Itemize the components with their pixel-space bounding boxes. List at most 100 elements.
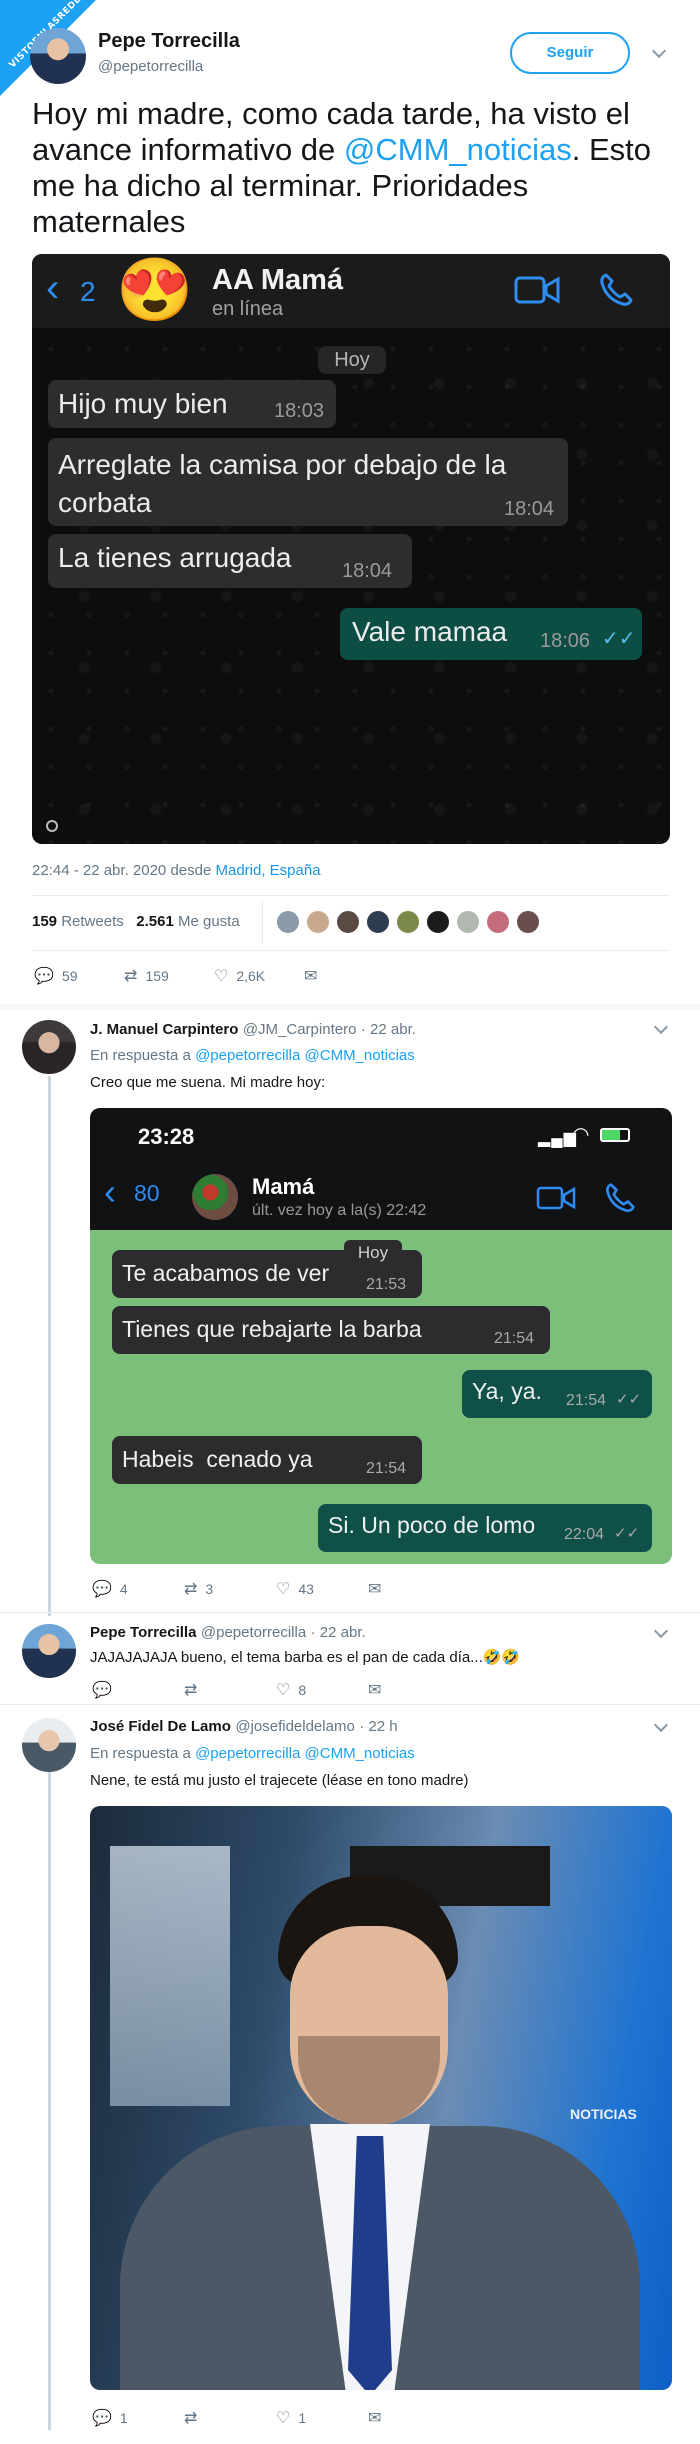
retweet-count: 159	[145, 968, 169, 984]
reply-author-name[interactable]: Pepe Torrecilla	[90, 1624, 196, 1641]
thread-line	[48, 1076, 51, 1616]
message-time: 18:03	[274, 400, 325, 422]
reply-action[interactable]: 💬 59	[34, 966, 78, 986]
retweet-icon: ⇄	[184, 1682, 198, 1699]
back-chevron-icon: ‹	[46, 266, 60, 310]
back-chevron-icon: ‹	[104, 1171, 116, 1212]
likes-label[interactable]: Me gusta	[178, 913, 240, 930]
author-handle[interactable]: @pepetorrecilla	[98, 58, 203, 75]
reply-author-name[interactable]: J. Manuel Carpintero	[90, 1021, 238, 1038]
in-reply-to: En respuesta a @pepetorrecilla @CMM_noti…	[90, 1745, 415, 1762]
heart-icon: ♡	[214, 968, 229, 985]
stats-separator	[262, 900, 263, 944]
reply-date[interactable]: · 22 abr.	[311, 1624, 366, 1641]
liker-avatar[interactable]	[486, 910, 510, 934]
reply-action[interactable]: 💬 1	[92, 2408, 128, 2428]
liker-avatar[interactable]	[276, 910, 300, 934]
liker-avatar[interactable]	[516, 910, 540, 934]
message-bubble-incoming: Habeis cenado ya 21:54	[112, 1436, 422, 1484]
chevron-down-icon[interactable]	[651, 43, 667, 59]
message-bubble-outgoing: Ya, ya. 21:54 ✓✓	[462, 1370, 652, 1418]
follow-button[interactable]: Seguir	[510, 32, 630, 74]
reply-date[interactable]: · 22 abr.	[361, 1021, 416, 1038]
liker-avatar[interactable]	[336, 910, 360, 934]
liker-avatars[interactable]	[276, 910, 546, 939]
reply-action[interactable]: 💬	[92, 1680, 112, 1700]
like-action[interactable]: ♡ 8	[276, 1680, 306, 1700]
likes-count[interactable]: 2.561	[136, 913, 174, 930]
share-action[interactable]: ✉	[368, 2408, 381, 2428]
tweet-place-link[interactable]: Madrid, España	[215, 862, 320, 879]
chat-screenshot-dark[interactable]: ‹ 2 😍 AA Mamá en línea Hoy Hijo muy bien…	[32, 254, 670, 844]
reply-action[interactable]: 💬 4	[92, 1579, 128, 1599]
reply-icon: 💬	[92, 2410, 112, 2427]
chevron-down-icon[interactable]	[653, 1623, 669, 1639]
retweet-count: 3	[205, 1581, 214, 1597]
anchor-beard	[298, 2036, 440, 2126]
screen-text: NOTICIAS	[570, 2106, 637, 2122]
studio-window	[110, 1846, 230, 2106]
liker-avatar[interactable]	[366, 910, 390, 934]
read-receipt-icon: ✓✓	[614, 1525, 640, 1542]
mail-icon: ✉	[368, 2410, 382, 2427]
author-name[interactable]: Pepe Torrecilla	[98, 30, 240, 53]
reply-author-handle[interactable]: @JM_Carpintero	[243, 1021, 357, 1038]
reply-author-name[interactable]: José Fidel De Lamo	[90, 1718, 231, 1735]
phone-call-icon	[606, 1183, 635, 1212]
chevron-down-icon[interactable]	[653, 1717, 669, 1733]
heart-icon: ♡	[276, 1581, 291, 1598]
like-count: 8	[298, 1682, 307, 1698]
status-dot-icon	[46, 820, 58, 832]
like-count: 43	[298, 1581, 314, 1597]
author-avatar[interactable]	[30, 28, 86, 84]
liker-avatar[interactable]	[456, 910, 480, 934]
news-anchor-photo[interactable]: NOTICIAS	[90, 1806, 672, 2390]
divider	[0, 1612, 700, 1613]
video-call-icon	[514, 276, 560, 304]
phone-call-icon	[600, 273, 633, 306]
reply-avatar[interactable]	[22, 1718, 76, 1772]
retweet-action[interactable]: ⇄	[184, 2408, 197, 2428]
like-action[interactable]: ♡ 1	[276, 2408, 306, 2428]
reply-icon: 💬	[92, 1581, 112, 1598]
retweets-label[interactable]: Retweets	[61, 913, 124, 930]
reply-icon: 💬	[92, 1682, 112, 1699]
share-action[interactable]: ✉	[368, 1680, 381, 1700]
share-action[interactable]: ✉	[368, 1579, 381, 1599]
message-text: Vale mamaa	[352, 616, 508, 647]
contact-emoji-avatar: 😍	[116, 256, 194, 325]
message-text: Si. Un poco de lomo	[328, 1512, 536, 1538]
in-reply-mentions[interactable]: @pepetorrecilla @CMM_noticias	[195, 1745, 415, 1762]
share-action[interactable]: ✉	[304, 966, 317, 986]
reply-author-handle[interactable]: @josefideldelamo	[235, 1718, 354, 1735]
divider	[32, 895, 670, 896]
like-action[interactable]: ♡ 43	[276, 1579, 314, 1599]
retweets-count[interactable]: 159	[32, 913, 57, 930]
message-time: 21:54	[566, 1392, 607, 1409]
reply-date[interactable]: · 22 h	[359, 1718, 397, 1735]
message-bubble-incoming: Hijo muy bien 18:03	[48, 380, 336, 428]
tweet-mention[interactable]: @CMM_noticias	[344, 132, 572, 167]
retweet-icon: ⇄	[124, 968, 138, 985]
message-text: Te acabamos de ver	[122, 1260, 330, 1286]
reply-avatar[interactable]	[22, 1020, 76, 1074]
divider	[32, 950, 670, 951]
like-action[interactable]: ♡ 2,6K	[214, 966, 265, 986]
liker-avatar[interactable]	[306, 910, 330, 934]
liker-avatar[interactable]	[426, 910, 450, 934]
contact-status: en línea	[212, 298, 284, 320]
retweet-action[interactable]: ⇄ 3	[184, 1579, 213, 1599]
reply-text: JAJAJAJAJA bueno, el tema barba es el pa…	[90, 1649, 521, 1666]
retweet-action[interactable]: ⇄ 159	[124, 966, 169, 986]
chat-screenshot-light[interactable]: 23:28 ▂▄▆ ◠ ‹ 80 Mamá últ. vez hoy a la(…	[90, 1108, 672, 1564]
retweet-action[interactable]: ⇄	[184, 1680, 197, 1700]
reply-author-handle[interactable]: @pepetorrecilla	[201, 1624, 306, 1641]
liker-avatar[interactable]	[396, 910, 420, 934]
message-time: 21:54	[366, 1460, 407, 1477]
in-reply-label: En respuesta a	[90, 1047, 196, 1064]
in-reply-mentions[interactable]: @pepetorrecilla @CMM_noticias	[195, 1047, 415, 1064]
reply-avatar[interactable]	[22, 1624, 76, 1678]
message-time: 18:04	[504, 498, 555, 520]
message-text: Habeis cenado ya	[122, 1446, 313, 1472]
chevron-down-icon[interactable]	[653, 1019, 669, 1035]
